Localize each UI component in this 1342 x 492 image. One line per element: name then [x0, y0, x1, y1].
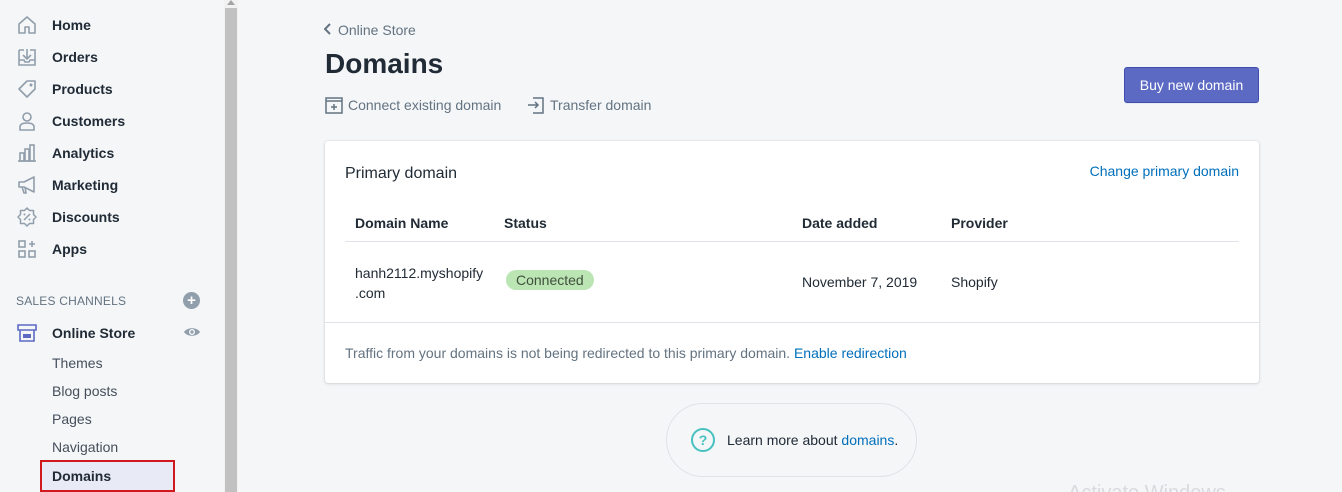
orders-icon: [16, 46, 38, 68]
sidebar-item-customers[interactable]: Customers: [16, 109, 125, 133]
table-divider: [345, 241, 1239, 242]
status-badge: Connected: [506, 270, 594, 290]
home-icon: [16, 14, 38, 36]
sidebar-item-label: Customers: [52, 113, 126, 129]
breadcrumb[interactable]: Online Store: [323, 22, 416, 38]
redirection-notice: Traffic from your domains is not being r…: [345, 345, 907, 361]
sidebar-item-label: Online Store: [52, 325, 136, 341]
sidebar-item-products[interactable]: Products: [16, 77, 113, 101]
domain-name-line2: .com: [355, 285, 386, 301]
page-title: Domains: [325, 48, 444, 79]
learn-more-suffix: .: [894, 432, 899, 448]
connect-domain-icon: [325, 97, 343, 114]
column-header-provider: Provider: [951, 215, 1008, 231]
transfer-domain-icon: [528, 97, 544, 114]
primary-domain-card: Primary domain Change primary domain Dom…: [325, 141, 1259, 383]
person-icon: [16, 110, 38, 132]
column-header-date-added: Date added: [802, 215, 878, 231]
sidebar-subitem-domains[interactable]: Domains: [40, 460, 175, 492]
sidebar-subitem-themes[interactable]: Themes: [52, 355, 103, 371]
scrollbar-thumb[interactable]: [225, 8, 237, 492]
learn-more-box: ? Learn more about domains.: [666, 403, 917, 477]
sidebar-subitem-pages[interactable]: Pages: [52, 411, 92, 427]
sidebar-item-marketing[interactable]: Marketing: [16, 173, 118, 197]
learn-more-text: Learn more about domains.: [727, 432, 898, 448]
chevron-left-icon: [323, 22, 332, 38]
sidebar-scrollbar[interactable]: [224, 0, 238, 492]
column-header-status: Status: [504, 215, 547, 231]
sidebar-subitem-navigation[interactable]: Navigation: [52, 439, 118, 455]
transfer-domain-button[interactable]: Transfer domain: [526, 95, 651, 115]
apps-icon: [16, 238, 38, 260]
sidebar-item-label: Home: [52, 17, 91, 33]
column-header-domain-name: Domain Name: [355, 215, 449, 231]
connect-domain-label: Connect existing domain: [348, 97, 502, 113]
domain-name-line1: hanh2112.myshopify: [355, 265, 484, 281]
add-sales-channel-button[interactable]: +: [183, 292, 200, 309]
sidebar-subitem-blog-posts[interactable]: Blog posts: [52, 383, 117, 399]
change-primary-domain-link[interactable]: Change primary domain: [1090, 163, 1239, 179]
sidebar-item-discounts[interactable]: Discounts: [16, 205, 120, 229]
sidebar-item-label: Marketing: [52, 177, 119, 193]
sidebar-item-orders[interactable]: Orders: [16, 45, 98, 69]
sidebar-item-analytics[interactable]: Analytics: [16, 141, 114, 165]
tag-icon: [16, 78, 38, 100]
megaphone-icon: [16, 174, 38, 196]
enable-redirection-link[interactable]: Enable redirection: [794, 345, 907, 361]
buy-new-domain-button[interactable]: Buy new domain: [1124, 67, 1259, 103]
connect-existing-domain-button[interactable]: Connect existing domain: [324, 95, 501, 115]
sidebar-item-label: Apps: [52, 241, 87, 257]
domains-help-link[interactable]: domains: [841, 432, 894, 448]
sidebar-item-label: Discounts: [52, 209, 120, 225]
transfer-domain-label: Transfer domain: [550, 97, 652, 113]
eye-icon[interactable]: [183, 325, 201, 339]
card-title: Primary domain: [345, 165, 458, 182]
learn-more-prefix: Learn more about: [727, 432, 838, 448]
sidebar-item-apps[interactable]: Apps: [16, 237, 87, 261]
provider-cell: Shopify: [951, 274, 998, 290]
sidebar: Home Orders Products Customers Analytics…: [0, 0, 224, 492]
sidebar-item-home[interactable]: Home: [16, 13, 91, 37]
sales-channels-header: SALES CHANNELS: [16, 294, 127, 308]
scroll-up-arrow-icon[interactable]: [227, 0, 235, 5]
card-footer-divider: [325, 322, 1259, 323]
sidebar-item-label: Analytics: [52, 145, 115, 161]
date-added-cell: November 7, 2019: [802, 274, 918, 290]
sidebar-item-label: Orders: [52, 49, 98, 65]
activate-windows-watermark: Activate Windows: [1068, 482, 1226, 492]
sidebar-item-online-store[interactable]: Online Store: [16, 321, 135, 345]
discount-icon: [16, 206, 38, 228]
help-icon: ?: [691, 428, 715, 452]
redirection-notice-text: Traffic from your domains is not being r…: [345, 345, 791, 361]
sidebar-item-label: Products: [52, 81, 113, 97]
bar-chart-icon: [16, 142, 38, 164]
breadcrumb-label: Online Store: [338, 22, 416, 38]
domain-name-cell: hanh2112.myshopify .com: [355, 263, 490, 303]
sidebar-subitem-label: Domains: [52, 468, 112, 484]
store-icon: [16, 322, 38, 344]
